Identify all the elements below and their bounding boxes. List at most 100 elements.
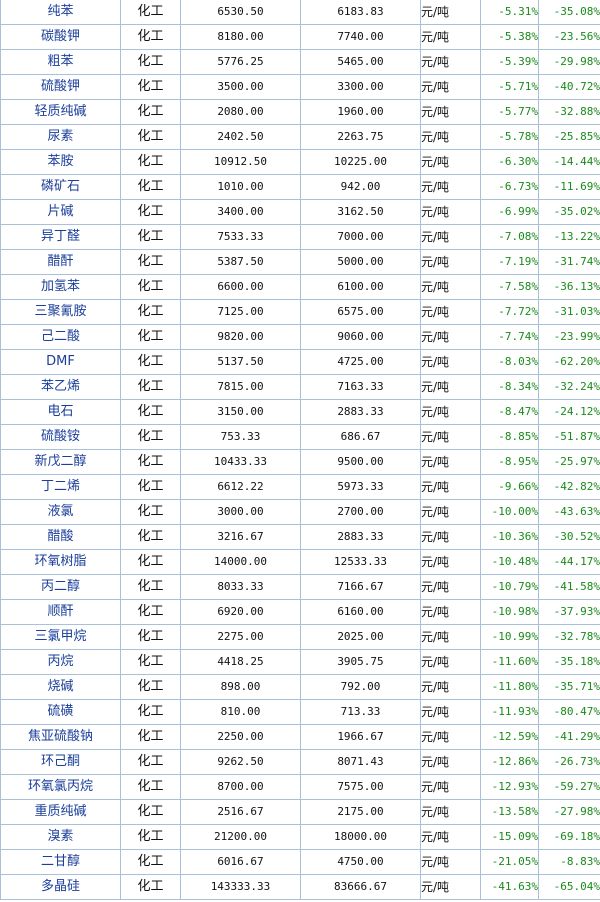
year-change-cell: -80.47% bbox=[538, 699, 600, 725]
unit-cell: 元/吨 bbox=[420, 824, 481, 850]
commodity-name-cell[interactable]: 顺酐 bbox=[0, 599, 121, 625]
category-cell: 化工 bbox=[120, 524, 181, 550]
period-change-cell: -21.05% bbox=[480, 849, 539, 875]
commodity-name-cell[interactable]: 粗苯 bbox=[0, 49, 121, 75]
commodity-name-cell[interactable]: 丁二烯 bbox=[0, 474, 121, 500]
period-change-cell: -10.79% bbox=[480, 574, 539, 600]
year-change-cell: -32.88% bbox=[538, 99, 600, 125]
current-price-cell: 5000.00 bbox=[300, 249, 421, 275]
previous-price-cell: 3000.00 bbox=[180, 499, 301, 525]
commodity-name-cell[interactable]: 硫酸铵 bbox=[0, 424, 121, 450]
commodity-name-cell[interactable]: 纯苯 bbox=[0, 0, 121, 25]
commodity-name-cell[interactable]: 多晶硅 bbox=[0, 874, 121, 900]
commodity-name-cell[interactable]: 苯胺 bbox=[0, 149, 121, 175]
previous-price-cell: 8700.00 bbox=[180, 774, 301, 800]
commodity-name-cell[interactable]: 异丁醛 bbox=[0, 224, 121, 250]
category-cell: 化工 bbox=[120, 0, 181, 25]
commodity-name-cell[interactable]: 环氧树脂 bbox=[0, 549, 121, 575]
commodity-name-cell[interactable]: 苯乙烯 bbox=[0, 374, 121, 400]
year-change-cell: -23.99% bbox=[538, 324, 600, 350]
commodity-name-cell[interactable]: 醋酐 bbox=[0, 249, 121, 275]
previous-price-cell: 5137.50 bbox=[180, 349, 301, 375]
commodity-name-cell[interactable]: 加氢苯 bbox=[0, 274, 121, 300]
previous-price-cell: 5387.50 bbox=[180, 249, 301, 275]
category-cell: 化工 bbox=[120, 874, 181, 900]
unit-cell: 元/吨 bbox=[420, 649, 481, 675]
previous-price-cell: 2402.50 bbox=[180, 124, 301, 150]
year-change-cell: -35.02% bbox=[538, 199, 600, 225]
commodity-name-cell[interactable]: 丙二醇 bbox=[0, 574, 121, 600]
table-row: 顺酐 化工 6920.00 6160.00 元/吨 -10.98% -37.93% bbox=[0, 599, 600, 625]
commodity-name-cell[interactable]: 己二酸 bbox=[0, 324, 121, 350]
commodity-name-cell[interactable]: 二甘醇 bbox=[0, 849, 121, 875]
period-change-cell: -7.74% bbox=[480, 324, 539, 350]
year-change-cell: -69.18% bbox=[538, 824, 600, 850]
commodity-name-cell[interactable]: 液氯 bbox=[0, 499, 121, 525]
year-change-cell: -25.85% bbox=[538, 124, 600, 150]
year-change-cell: -32.24% bbox=[538, 374, 600, 400]
previous-price-cell: 6016.67 bbox=[180, 849, 301, 875]
current-price-cell: 3905.75 bbox=[300, 649, 421, 675]
commodity-name-cell[interactable]: 重质纯碱 bbox=[0, 799, 121, 825]
commodity-name-cell[interactable]: 烧碱 bbox=[0, 674, 121, 700]
commodity-name-cell[interactable]: 焦亚硫酸钠 bbox=[0, 724, 121, 750]
commodity-name-cell[interactable]: 尿素 bbox=[0, 124, 121, 150]
unit-cell: 元/吨 bbox=[420, 474, 481, 500]
table-row: 环氧氯丙烷 化工 8700.00 7575.00 元/吨 -12.93% -59.27% bbox=[0, 774, 600, 800]
year-change-cell: -41.58% bbox=[538, 574, 600, 600]
category-cell: 化工 bbox=[120, 274, 181, 300]
commodity-name-cell[interactable]: 溴素 bbox=[0, 824, 121, 850]
commodity-name-cell[interactable]: 磷矿石 bbox=[0, 174, 121, 200]
table-row: 片碱 化工 3400.00 3162.50 元/吨 -6.99% -35.02% bbox=[0, 199, 600, 225]
period-change-cell: -7.08% bbox=[480, 224, 539, 250]
table-body: 纯苯 化工 6530.50 6183.83 元/吨 -5.31% -35.08% 碳酸钾 化工 8… bbox=[0, 0, 600, 900]
category-cell: 化工 bbox=[120, 499, 181, 525]
unit-cell: 元/吨 bbox=[420, 199, 481, 225]
table-row: 环氧树脂 化工 14000.00 12533.33 元/吨 -10.48% -44.17% bbox=[0, 549, 600, 575]
commodity-name-cell[interactable]: 醋酸 bbox=[0, 524, 121, 550]
unit-cell: 元/吨 bbox=[420, 799, 481, 825]
commodity-name-cell[interactable]: 片碱 bbox=[0, 199, 121, 225]
commodity-name-cell[interactable]: 硫磺 bbox=[0, 699, 121, 725]
commodity-name-cell[interactable]: 环己酮 bbox=[0, 749, 121, 775]
commodity-name-cell[interactable]: 环氧氯丙烷 bbox=[0, 774, 121, 800]
period-change-cell: -11.60% bbox=[480, 649, 539, 675]
table-row: 尿素 化工 2402.50 2263.75 元/吨 -5.78% -25.85% bbox=[0, 124, 600, 150]
category-cell: 化工 bbox=[120, 399, 181, 425]
commodity-name-cell[interactable]: 丙烷 bbox=[0, 649, 121, 675]
category-cell: 化工 bbox=[120, 749, 181, 775]
year-change-cell: -27.98% bbox=[538, 799, 600, 825]
unit-cell: 元/吨 bbox=[420, 674, 481, 700]
table-row: 加氢苯 化工 6600.00 6100.00 元/吨 -7.58% -36.13% bbox=[0, 274, 600, 300]
previous-price-cell: 143333.33 bbox=[180, 874, 301, 900]
unit-cell: 元/吨 bbox=[420, 349, 481, 375]
period-change-cell: -11.80% bbox=[480, 674, 539, 700]
current-price-cell: 18000.00 bbox=[300, 824, 421, 850]
commodity-name-cell[interactable]: 三聚氰胺 bbox=[0, 299, 121, 325]
commodity-name-cell[interactable]: 轻质纯碱 bbox=[0, 99, 121, 125]
previous-price-cell: 9820.00 bbox=[180, 324, 301, 350]
current-price-cell: 942.00 bbox=[300, 174, 421, 200]
table-row: 二甘醇 化工 6016.67 4750.00 元/吨 -21.05% -8.83% bbox=[0, 849, 600, 875]
year-change-cell: -31.74% bbox=[538, 249, 600, 275]
current-price-cell: 2025.00 bbox=[300, 624, 421, 650]
period-change-cell: -5.78% bbox=[480, 124, 539, 150]
category-cell: 化工 bbox=[120, 774, 181, 800]
unit-cell: 元/吨 bbox=[420, 324, 481, 350]
current-price-cell: 6575.00 bbox=[300, 299, 421, 325]
previous-price-cell: 3400.00 bbox=[180, 199, 301, 225]
commodity-name-cell[interactable]: 硫酸钾 bbox=[0, 74, 121, 100]
year-change-cell: -35.08% bbox=[538, 0, 600, 25]
unit-cell: 元/吨 bbox=[420, 424, 481, 450]
previous-price-cell: 7815.00 bbox=[180, 374, 301, 400]
current-price-cell: 7740.00 bbox=[300, 24, 421, 50]
commodity-name-cell[interactable]: DMF bbox=[0, 349, 121, 375]
commodity-name-cell[interactable]: 碳酸钾 bbox=[0, 24, 121, 50]
period-change-cell: -10.98% bbox=[480, 599, 539, 625]
commodity-name-cell[interactable]: 电石 bbox=[0, 399, 121, 425]
commodity-name-cell[interactable]: 三氯甲烷 bbox=[0, 624, 121, 650]
period-change-cell: -11.93% bbox=[480, 699, 539, 725]
commodity-name-cell[interactable]: 新戊二醇 bbox=[0, 449, 121, 475]
period-change-cell: -6.30% bbox=[480, 149, 539, 175]
previous-price-cell: 6600.00 bbox=[180, 274, 301, 300]
